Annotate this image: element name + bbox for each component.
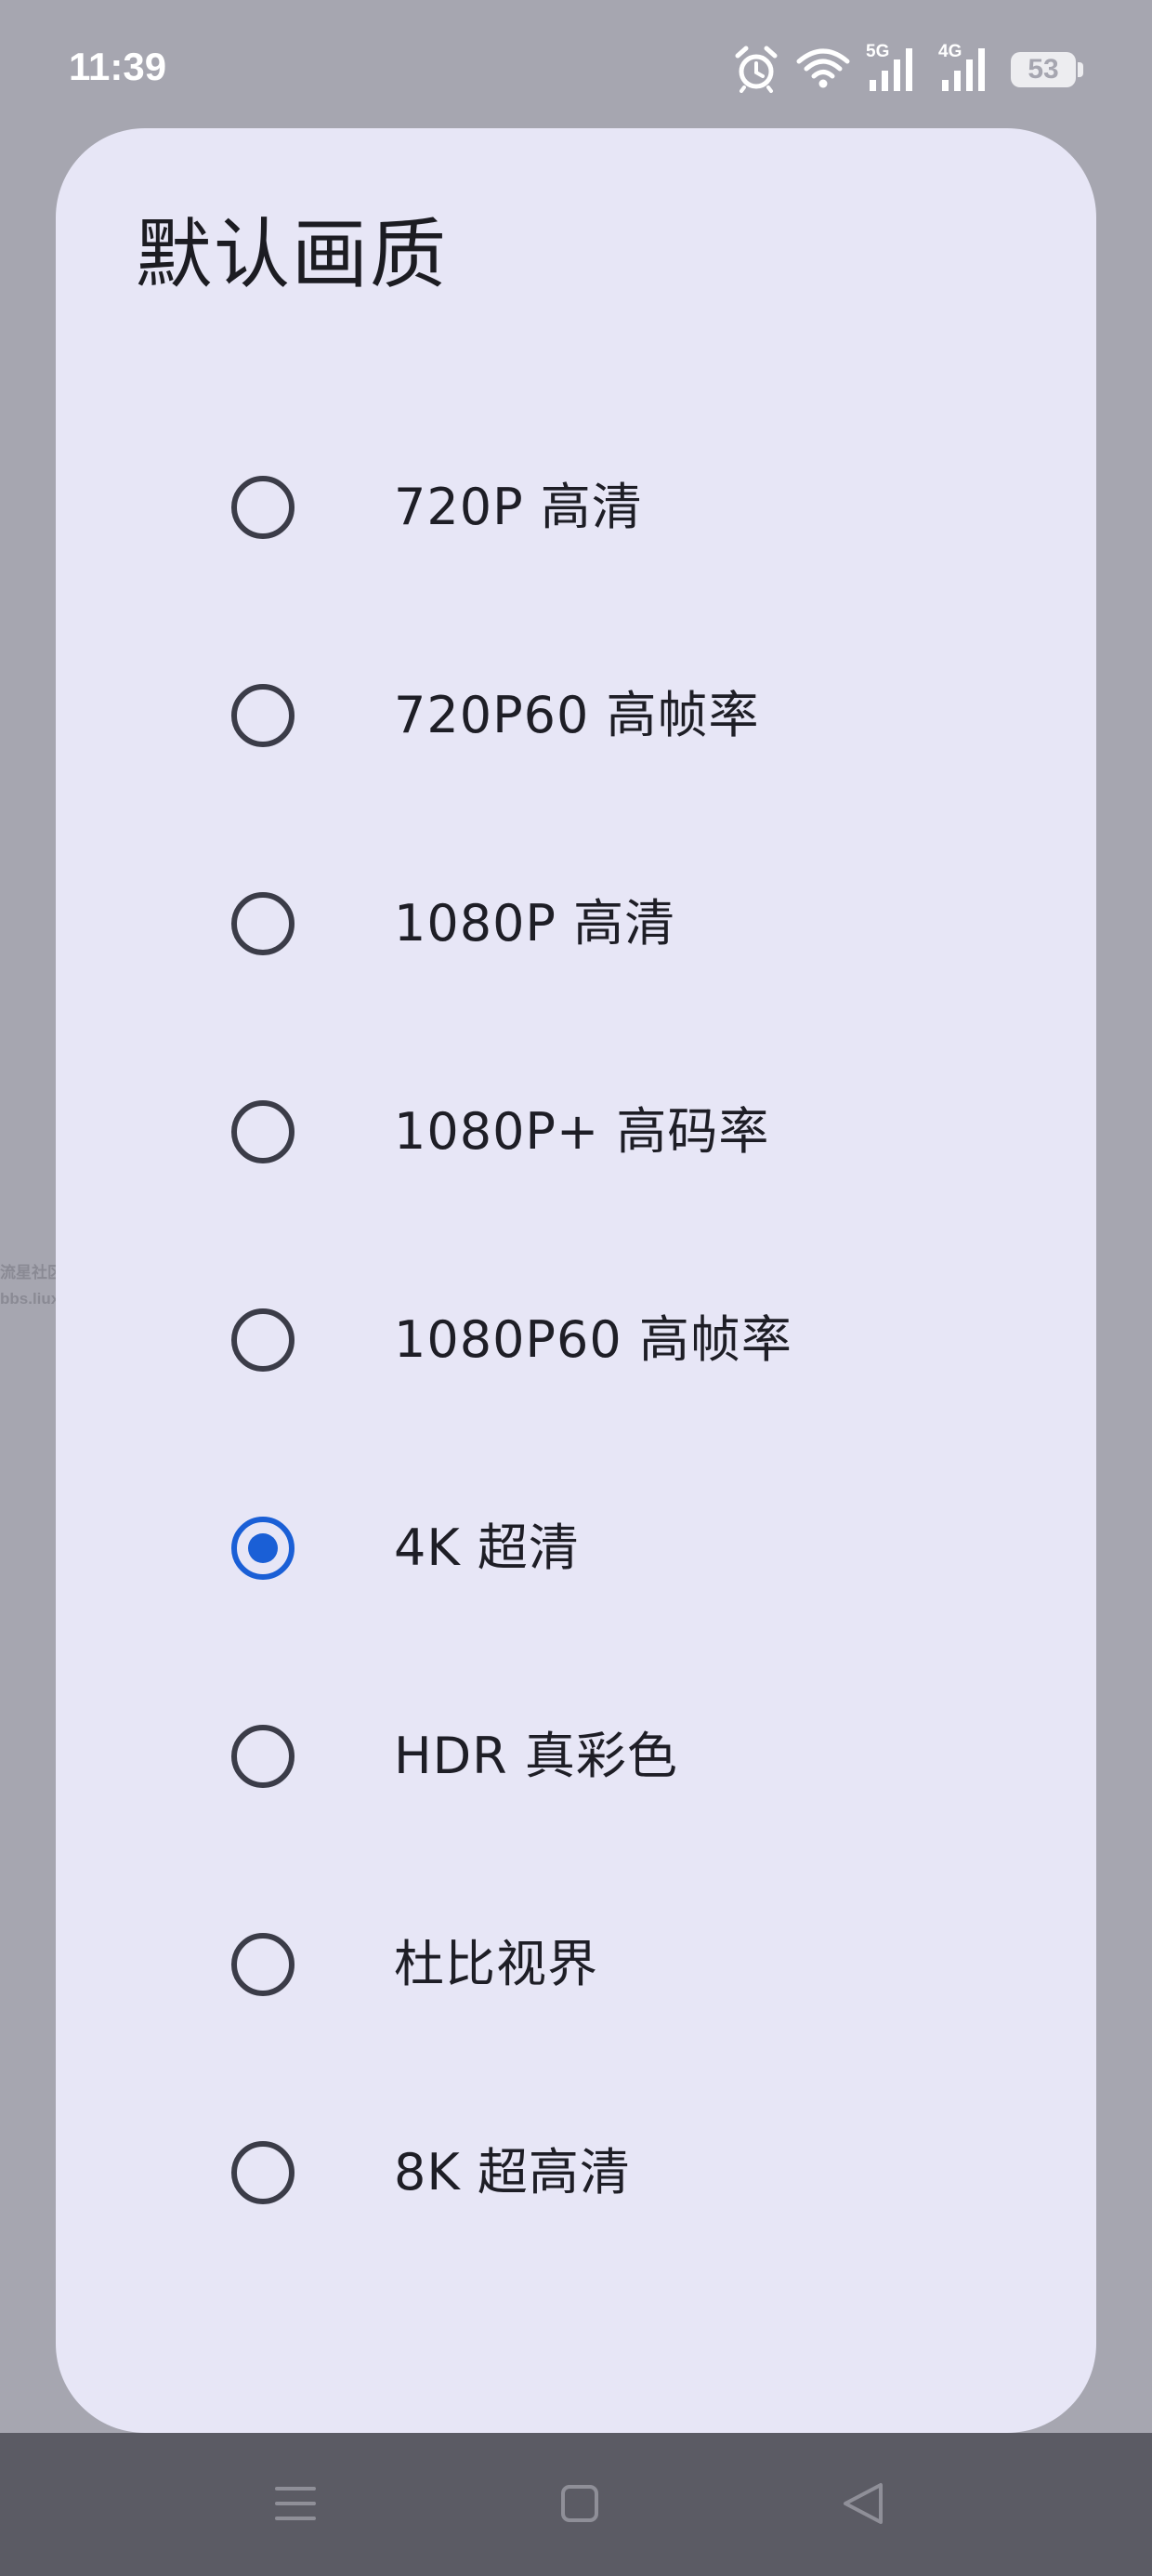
radio-selected-dot <box>248 1533 278 1563</box>
alarm-icon <box>735 46 778 93</box>
quality-option-row[interactable]: 4K 超清 <box>56 1444 1096 1652</box>
quality-option-row[interactable]: 杜比视界 <box>56 1860 1096 2069</box>
signal-4g-icon: 4G <box>938 43 1000 95</box>
option-label: HDR 真彩色 <box>394 1727 678 1785</box>
status-bar: 11:39 5G 4G 53 <box>0 0 1152 130</box>
option-label: 杜比视界 <box>394 1935 598 1993</box>
battery-icon: 53 <box>1011 52 1083 87</box>
status-icons: 5G 4G 53 <box>734 43 1087 95</box>
quality-dialog: 默认画质 720P 高清 720P60 高帧率 1080P 高清 1080P+ … <box>56 128 1096 2433</box>
radio-button[interactable] <box>231 1725 295 1788</box>
option-label: 720P 高清 <box>394 478 643 536</box>
quality-option-row[interactable]: 720P60 高帧率 <box>56 611 1096 820</box>
option-label: 720P60 高帧率 <box>394 686 760 744</box>
option-label: 1080P 高清 <box>394 894 676 953</box>
quality-options-list: 720P 高清 720P60 高帧率 1080P 高清 1080P+ 高码率 1… <box>56 476 1096 2381</box>
dialog-title: 默认画质 <box>136 211 449 299</box>
radio-button[interactable] <box>231 1308 295 1372</box>
quality-option-row[interactable]: HDR 真彩色 <box>56 1652 1096 1860</box>
quality-option-row[interactable]: 8K 超高清 <box>56 2069 1096 2277</box>
option-label: 4K 超清 <box>394 1518 580 1577</box>
signal-5g-icon: 5G <box>866 43 927 95</box>
radio-button-selected[interactable] <box>231 1517 295 1580</box>
status-time: 11:39 <box>69 45 167 88</box>
wifi-icon <box>796 48 850 88</box>
menu-icon[interactable] <box>258 2466 333 2541</box>
radio-button[interactable] <box>231 2141 295 2204</box>
battery-nub <box>1078 62 1083 77</box>
radio-button[interactable] <box>231 476 295 539</box>
option-label: 1080P+ 高码率 <box>394 1102 770 1161</box>
radio-button[interactable] <box>231 892 295 955</box>
option-label: 8K 超高清 <box>394 2143 631 2201</box>
option-label: 1080P60 高帧率 <box>394 1310 792 1369</box>
radio-button[interactable] <box>231 1100 295 1163</box>
battery-level: 53 <box>1028 54 1059 85</box>
quality-option-row[interactable]: 1080P+ 高码率 <box>56 1028 1096 1236</box>
navigation-bar <box>0 2433 1152 2576</box>
quality-option-row[interactable]: 1080P60 高帧率 <box>56 1236 1096 1444</box>
radio-button[interactable] <box>231 684 295 747</box>
home-icon[interactable] <box>543 2466 617 2541</box>
quality-option[interactable]: 8K 超高清 <box>56 2141 1096 2381</box>
radio-button[interactable] <box>231 1933 295 1996</box>
quality-option-row[interactable]: 1080P 高清 <box>56 820 1096 1028</box>
quality-option-row[interactable]: 720P 高清 <box>56 403 1096 611</box>
back-icon[interactable] <box>827 2466 901 2541</box>
